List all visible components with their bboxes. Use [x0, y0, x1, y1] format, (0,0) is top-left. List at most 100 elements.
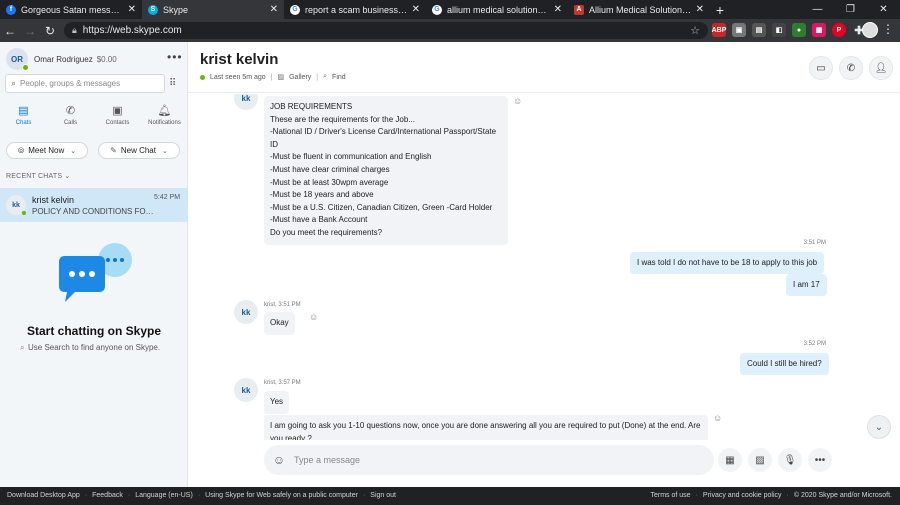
tab-calls[interactable]: ✆ Calls — [47, 104, 94, 126]
add-files-button[interactable]: ▨ — [748, 448, 772, 472]
search-box[interactable]: ⌕ — [5, 74, 165, 93]
avatar[interactable]: OR — [6, 48, 29, 71]
adblock-icon[interactable]: ABP — [712, 23, 726, 37]
feedback-link[interactable]: Feedback — [92, 492, 123, 499]
close-tab-icon[interactable]: ✕ — [554, 4, 562, 15]
site-icon: A — [574, 4, 584, 15]
message-bubble-outgoing[interactable]: I am 17 — [786, 274, 827, 296]
new-chat-label: New Chat — [120, 146, 156, 155]
extension-icon[interactable]: ▤ — [752, 23, 766, 37]
message-bubble-incoming[interactable]: Yes — [264, 391, 290, 414]
message-list[interactable]: kk JOB REQUIREMENTS These are the requir… — [188, 94, 900, 440]
privacy-link[interactable]: Privacy and cookie policy — [703, 492, 782, 499]
meet-now-button[interactable]: ⦾ Meet Now ⌄ — [6, 142, 88, 159]
avatar[interactable]: kk — [234, 378, 258, 402]
extension-icon[interactable]: ◧ — [772, 23, 786, 37]
react-smiley-icon[interactable]: ☺ — [513, 96, 522, 106]
contacts-card-button[interactable]: ▦ — [718, 448, 742, 472]
dialpad-icon[interactable]: ⠿ — [169, 78, 176, 89]
close-tab-icon[interactable]: ✕ — [696, 4, 704, 15]
message-bubble-outgoing[interactable]: I was told I do not have to be 18 to app… — [630, 252, 825, 274]
react-smiley-icon[interactable]: ☺ — [713, 413, 722, 423]
browser-tab-allium[interactable]: A Allium Medical Solutions 2020 F ✕ — [568, 0, 710, 19]
skype-app: OR Omar Rodriguez $0.00 ••• ⌕ ⠿ ▤ Chats … — [0, 42, 900, 487]
pinterest-icon[interactable]: P — [832, 23, 846, 37]
tab-title: report a scam business - Google — [305, 4, 408, 15]
video-call-button[interactable]: ▭ — [809, 56, 833, 80]
star-icon[interactable]: ☆ — [690, 24, 700, 37]
browser-tab-facebook[interactable]: f Gorgeous Satan messaged you ✕ — [0, 0, 142, 19]
profile-avatar[interactable] — [862, 22, 878, 38]
more-composer-options-button[interactable]: ••• — [808, 448, 832, 472]
message-input[interactable] — [294, 455, 674, 465]
close-tab-icon[interactable]: ✕ — [270, 4, 278, 15]
reload-icon[interactable]: ↻ — [40, 24, 60, 38]
contacts-icon: ▣ — [112, 105, 123, 117]
terms-link[interactable]: Terms of use — [650, 492, 690, 499]
chat-title[interactable]: krist kelvin — [200, 51, 278, 68]
chevron-down-icon[interactable]: ⌄ — [70, 147, 76, 155]
avatar[interactable]: kk — [234, 300, 258, 324]
composer-tools: ▦ ▨ 🎙︎ ••• — [718, 448, 832, 472]
search-icon: ⌕ — [20, 343, 25, 352]
more-options-icon[interactable]: ••• — [167, 50, 183, 64]
close-tab-icon[interactable]: ✕ — [128, 4, 136, 15]
recent-chat-item[interactable]: kk krist kelvin POLICY AND CONDITIONS FO… — [0, 188, 188, 222]
browser-tab-google-1[interactable]: G report a scam business - Google ✕ — [284, 0, 426, 19]
find-link[interactable]: Find — [332, 74, 346, 81]
message-bubble-incoming[interactable]: Okay — [264, 312, 295, 335]
gallery-link[interactable]: Gallery — [289, 74, 311, 81]
back-icon[interactable]: ← — [0, 24, 20, 38]
sign-out-link[interactable]: Sign out — [370, 492, 396, 499]
sidebar: OR Omar Rodriguez $0.00 ••• ⌕ ⠿ ▤ Chats … — [0, 42, 188, 487]
recent-chats-header[interactable]: RECENT CHATS ⌄ — [6, 172, 70, 180]
search-input[interactable] — [20, 79, 151, 88]
react-smiley-icon[interactable]: ☺ — [309, 312, 318, 322]
emoji-icon[interactable]: ☺ — [264, 453, 294, 467]
search-icon: ⌕ — [11, 78, 17, 88]
message-line: -Must have clear criminal charges — [270, 164, 390, 174]
contact-card-icon: ▦ — [725, 454, 735, 466]
avatar[interactable]: kk — [234, 94, 258, 110]
minimize-icon[interactable]: — — [801, 0, 834, 19]
bell-icon: 🔔︎ — [157, 105, 172, 117]
audio-call-button[interactable]: ✆ — [839, 56, 863, 80]
download-app-link[interactable]: Download Desktop App — [7, 492, 80, 499]
scroll-to-bottom-button[interactable]: ⌄ — [867, 415, 891, 439]
record-audio-button[interactable]: 🎙︎ — [778, 448, 802, 472]
my-profile[interactable]: OR Omar Rodriguez $0.00 — [6, 48, 117, 71]
browser-menu-icon[interactable]: ⋮ — [882, 22, 894, 36]
tab-notifications[interactable]: 🔔︎ Notifications — [141, 104, 188, 126]
address-bar[interactable]: 🔒︎ https://web.skype.com ☆ — [64, 22, 708, 39]
close-window-icon[interactable]: ✕ — [867, 0, 900, 19]
copyright-text: © 2020 Skype and/or Microsoft. — [793, 492, 892, 499]
message-timestamp: 3:51 PM — [803, 240, 826, 246]
message-sender-time: krist, 3:51 PM — [264, 302, 301, 308]
browser-tab-skype[interactable]: S Skype ✕ — [142, 0, 284, 19]
tab-label: Chats — [15, 120, 32, 126]
browser-tab-google-2[interactable]: G allium medical solutions scam - G ✕ — [426, 0, 568, 19]
message-bubble-incoming[interactable]: JOB REQUIREMENTS These are the requireme… — [264, 96, 508, 245]
add-people-button[interactable]: 👤︎ — [869, 56, 893, 80]
language-link[interactable]: Language (en-US) — [135, 492, 193, 499]
chat-panel: krist kelvin Last seen 5m ago | ▨ Galler… — [188, 42, 900, 487]
chevron-down-icon[interactable]: ⌄ — [162, 147, 168, 155]
forward-icon[interactable]: → — [20, 24, 40, 38]
chevron-down-icon: ⌄ — [64, 173, 71, 180]
tab-chats[interactable]: ▤ Chats — [0, 104, 47, 126]
extension-icon[interactable]: ▣ — [732, 23, 746, 37]
public-computer-link[interactable]: Using Skype for Web safely on a public c… — [205, 492, 358, 499]
message-bubble-outgoing[interactable]: Could I still be hired? — [740, 353, 829, 375]
skype-credit[interactable]: $0.00 — [97, 55, 117, 64]
close-tab-icon[interactable]: ✕ — [412, 4, 420, 15]
url-text: https://web.skype.com — [82, 25, 182, 36]
extension-icon[interactable]: ● — [792, 23, 806, 37]
chat-icon: ▤ — [18, 105, 29, 117]
restore-icon[interactable]: ❐ — [834, 0, 867, 19]
extension-icon[interactable]: ▦ — [812, 23, 826, 37]
new-tab-button[interactable]: + — [710, 0, 730, 19]
new-chat-button[interactable]: ✎ New Chat ⌄ — [98, 142, 180, 159]
tab-contacts[interactable]: ▣ Contacts — [94, 104, 141, 126]
message-bubble-incoming[interactable]: I am going to ask you 1-10 questions now… — [264, 415, 708, 440]
video-camera-icon: ▭ — [816, 62, 826, 74]
